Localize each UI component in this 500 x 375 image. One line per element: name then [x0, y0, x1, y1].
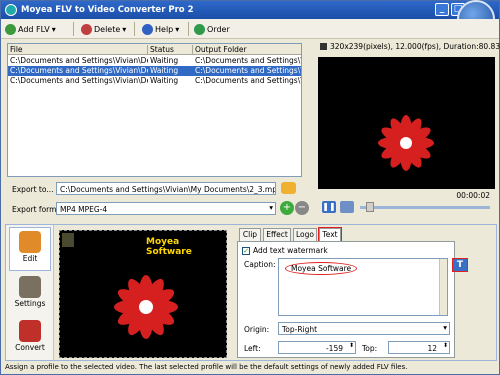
- remove-profile-icon[interactable]: −: [295, 201, 309, 215]
- toolbar: Add FLV ▾ Delete ▾ Help ▾ Order: [1, 19, 499, 39]
- preview-panel: 320x239(pixels), 12.000(fps), Duration:8…: [318, 41, 500, 221]
- app-window: Moyea FLV to Video Converter Pro 2 _ □ A…: [0, 0, 500, 375]
- video-info-icon: [320, 43, 327, 50]
- row-file: C:\Documents and Settings\Vivian\Desk...: [10, 76, 148, 85]
- origin-label: Origin:: [244, 325, 270, 334]
- caption-label: Caption:: [244, 260, 276, 269]
- sidebar-item-convert[interactable]: Convert: [9, 317, 51, 361]
- row-status: Waiting: [150, 76, 179, 85]
- column-output-folder[interactable]: Output Folder: [193, 45, 301, 55]
- chevron-down-icon: ▾: [443, 323, 447, 332]
- top-value: 12: [427, 344, 437, 353]
- origin-value: Top-Right: [282, 325, 318, 334]
- seek-slider[interactable]: [360, 206, 490, 209]
- tools-icon: [19, 276, 41, 298]
- add-flv-label: Add FLV: [18, 24, 50, 34]
- player-controls: ❚❚: [318, 201, 495, 213]
- flower-image: [378, 115, 434, 171]
- origin-select[interactable]: Top-Right ▾: [278, 322, 450, 335]
- seek-thumb[interactable]: [366, 202, 374, 212]
- row-folder: C:\Documents and Settings\Vi...: [195, 76, 301, 85]
- left-stepper[interactable]: -159 ⬍: [278, 341, 356, 354]
- watermark-checkbox[interactable]: ✓: [242, 247, 250, 255]
- row-file: C:\Documents and Settings\Vivian\Desk...: [10, 56, 148, 65]
- tab-text[interactable]: Text: [318, 227, 342, 243]
- delete-label: Delete: [94, 24, 121, 34]
- top-label: Top:: [362, 344, 378, 353]
- row-folder: C:\Documents and Settings\Wi...: [195, 56, 301, 65]
- toolbar-divider: [134, 22, 135, 36]
- sidebar-convert-label: Convert: [15, 343, 45, 352]
- sidebar-item-edit[interactable]: Edit: [9, 227, 51, 271]
- row-status: Waiting: [150, 66, 179, 75]
- sidebar-edit-label: Edit: [22, 254, 38, 263]
- minimize-icon[interactable]: _: [435, 3, 449, 16]
- stepper-icon[interactable]: ⬍: [443, 342, 448, 349]
- help-button[interactable]: Help ▾: [142, 22, 179, 36]
- delete-button[interactable]: Delete ▾: [81, 22, 126, 36]
- flower-image: [114, 275, 178, 339]
- stepper-icon[interactable]: ⬍: [349, 342, 354, 349]
- delete-icon: [81, 23, 92, 35]
- toolbar-divider: [73, 22, 74, 36]
- time-display: 00:00:02: [456, 191, 490, 200]
- export-to-label: Export to...: [12, 185, 54, 194]
- window-title: Moyea FLV to Video Converter Pro 2: [21, 5, 194, 15]
- export-format-select[interactable]: MP4 MPEG-4 ▾: [56, 202, 276, 215]
- table-row[interactable]: C:\Documents and Settings\Vivian\Desk...…: [8, 76, 301, 86]
- chevron-down-icon[interactable]: ▾: [52, 25, 56, 34]
- chevron-down-icon: ▾: [269, 203, 273, 212]
- status-bar: Assign a profile to the selected video. …: [1, 361, 499, 374]
- left-label: Left:: [244, 344, 261, 353]
- row-status: Waiting: [150, 56, 179, 65]
- sidebar-settings-label: Settings: [14, 299, 46, 308]
- chevron-down-icon[interactable]: ▾: [122, 25, 126, 34]
- chevron-down-icon[interactable]: ▾: [175, 25, 179, 34]
- sidebar: Edit Settings Convert: [6, 225, 54, 360]
- watermark-preview: Moyea Software: [59, 230, 227, 358]
- app-icon: [5, 4, 17, 16]
- caption-scrollbar[interactable]: [439, 259, 447, 315]
- tab-effect[interactable]: Effect: [263, 228, 291, 241]
- column-status[interactable]: Status: [148, 45, 193, 55]
- folder-icon[interactable]: [281, 182, 296, 194]
- caption-value: Moyea Software: [285, 262, 358, 275]
- tab-clip[interactable]: Clip: [239, 228, 261, 241]
- order-button[interactable]: Order: [194, 22, 230, 36]
- file-list[interactable]: File Status Output Folder C:\Documents a…: [7, 43, 302, 177]
- font-icon[interactable]: T: [452, 258, 468, 272]
- row-folder: C:\Documents and Settings\Wi...: [195, 66, 301, 75]
- table-row[interactable]: C:\Documents and Settings\Vivian\Desk...…: [8, 56, 301, 66]
- toolbar-divider: [188, 22, 189, 36]
- cart-icon: [194, 23, 205, 35]
- file-list-header: File Status Output Folder: [8, 44, 301, 55]
- stop-icon[interactable]: [340, 201, 354, 213]
- tab-logo[interactable]: Logo: [293, 228, 317, 241]
- watermark-checkbox-label: Add text watermark: [253, 246, 328, 255]
- add-flv-button[interactable]: Add FLV ▾: [5, 22, 56, 36]
- pause-icon[interactable]: ❚❚: [322, 201, 336, 213]
- column-file[interactable]: File: [8, 45, 148, 55]
- row-file: C:\Documents and Settings\Vivian\Desk...: [10, 66, 148, 75]
- edit-panel: Edit Settings Convert Moyea Software Cli…: [5, 224, 497, 361]
- title-bar: Moyea FLV to Video Converter Pro 2 _ □: [1, 1, 499, 19]
- help-label: Help: [155, 24, 174, 34]
- sidebar-item-settings[interactable]: Settings: [9, 273, 51, 317]
- convert-icon: [19, 320, 41, 342]
- export-format-value: MP4 MPEG-4: [60, 205, 108, 214]
- order-label: Order: [207, 24, 230, 34]
- caption-textarea[interactable]: Moyea Software: [278, 258, 448, 316]
- add-profile-icon[interactable]: +: [280, 201, 294, 215]
- left-value: -159: [325, 344, 343, 353]
- export-path-field[interactable]: C:\Documents and Settings\Vivian\My Docu…: [56, 182, 276, 195]
- video-info: 320x239(pixels), 12.000(fps), Duration:8…: [330, 42, 500, 51]
- add-icon: [5, 23, 16, 35]
- edit-icon: [19, 231, 41, 253]
- help-icon: [142, 23, 153, 35]
- video-screen: [318, 57, 495, 189]
- table-row-selected[interactable]: C:\Documents and Settings\Vivian\Desk...…: [8, 66, 301, 76]
- text-tab-panel: ✓ Add text watermark Caption: Moyea Soft…: [237, 241, 468, 358]
- top-stepper[interactable]: 12 ⬍: [388, 341, 450, 354]
